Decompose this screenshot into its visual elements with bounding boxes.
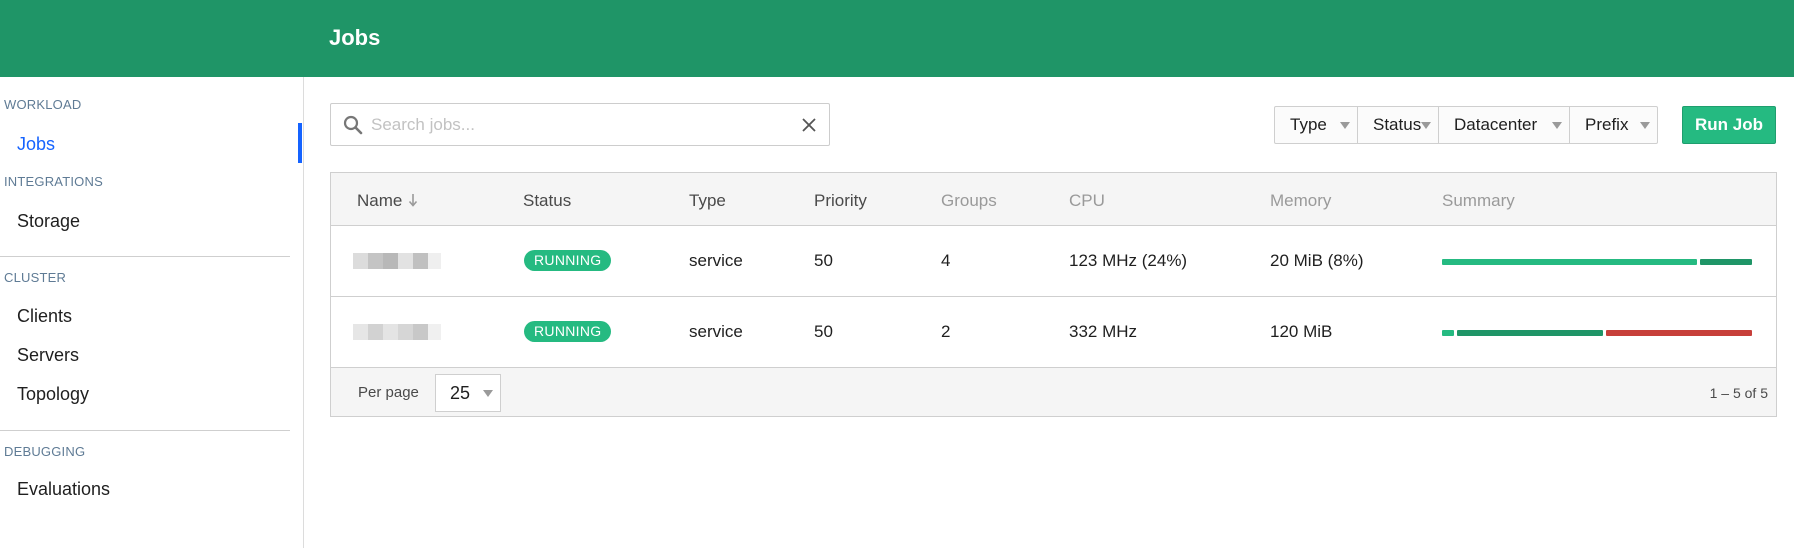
summary-segment-running [1442, 259, 1697, 265]
column-header-memory: Memory [1270, 191, 1332, 210]
column-header-type[interactable]: Type [689, 191, 726, 211]
sidebar-heading-workload: WORKLOAD [4, 97, 82, 112]
chevron-down-icon [1340, 122, 1350, 129]
chevron-down-icon [1552, 122, 1562, 129]
jobs-table: Name Status Type Priority Groups CPU Mem… [330, 172, 1777, 417]
sidebar-divider [0, 256, 290, 257]
filter-datacenter-dropdown[interactable]: Datacenter [1439, 107, 1570, 143]
sidebar-heading-debugging: DEBUGGING [4, 444, 86, 459]
sidebar-heading-cluster: CLUSTER [4, 270, 67, 285]
column-header-status[interactable]: Status [523, 191, 571, 211]
redacted-job-name [353, 253, 441, 269]
job-cpu: 332 MHz [1069, 322, 1138, 341]
column-header-name-label: Name [357, 191, 403, 210]
sidebar-item-clients[interactable]: Clients [17, 306, 72, 327]
job-memory: 20 MiB (8%) [1270, 251, 1364, 270]
chevron-down-icon [483, 390, 493, 397]
table-row[interactable]: RUNNING service 50 4 123 MHz (24%) 20 Mi… [331, 226, 1776, 297]
sidebar-heading-integrations: INTEGRATIONS [4, 174, 103, 189]
sidebar-item-jobs[interactable]: Jobs [17, 134, 55, 155]
search-box [330, 103, 830, 146]
job-type: service [689, 322, 743, 341]
summary-segment-complete [1457, 330, 1603, 336]
per-page-value: 25 [450, 383, 471, 403]
filter-type-label: Type [1290, 115, 1327, 134]
summary-segment-complete [1700, 259, 1752, 265]
filter-datacenter-label: Datacenter [1454, 115, 1538, 134]
sidebar-item-topology[interactable]: Topology [17, 384, 89, 405]
job-type: service [689, 251, 743, 270]
job-priority: 50 [814, 251, 833, 270]
close-icon[interactable] [797, 113, 821, 137]
top-bar: Jobs [0, 0, 1794, 77]
job-cpu: 123 MHz (24%) [1069, 251, 1188, 270]
table-row[interactable]: RUNNING service 50 2 332 MHz 120 MiB [331, 297, 1776, 368]
summary-segment-running [1442, 330, 1454, 336]
sort-arrow-icon [409, 194, 418, 207]
chevron-down-icon [1640, 122, 1650, 129]
search-icon [343, 115, 363, 135]
page-title: Jobs [329, 25, 381, 50]
sidebar-item-evaluations[interactable]: Evaluations [17, 479, 110, 500]
sidebar-item-servers[interactable]: Servers [17, 345, 79, 366]
pagination-info: 1 – 5 of 5 [1709, 385, 1768, 401]
column-header-groups: Groups [941, 191, 997, 210]
job-memory: 120 MiB [1270, 322, 1333, 341]
column-header-cpu: CPU [1069, 191, 1105, 210]
job-groups: 4 [941, 251, 951, 270]
job-groups: 2 [941, 322, 951, 341]
status-badge: RUNNING [524, 321, 612, 342]
sidebar-item-storage[interactable]: Storage [17, 211, 80, 232]
summary-segment-failed [1606, 330, 1752, 336]
chevron-down-icon [1421, 122, 1431, 129]
filter-type-dropdown[interactable]: Type [1275, 107, 1358, 143]
column-header-summary: Summary [1442, 191, 1515, 210]
filter-status-dropdown[interactable]: Status [1358, 107, 1439, 143]
sidebar-active-indicator [298, 123, 302, 163]
run-job-button[interactable]: Run Job [1682, 106, 1776, 144]
sidebar-divider [0, 430, 290, 431]
redacted-job-name [353, 324, 441, 340]
table-footer: Per page 25 1 – 5 of 5 [331, 368, 1776, 416]
allocation-summary-bar [1442, 259, 1752, 265]
table-header: Name Status Type Priority Groups CPU Mem… [331, 173, 1776, 226]
per-page-select[interactable]: 25 [435, 374, 501, 412]
column-header-priority[interactable]: Priority [814, 191, 867, 211]
search-input[interactable] [371, 110, 771, 140]
sidebar: WORKLOAD Jobs INTEGRATIONS Storage CLUST… [0, 77, 304, 548]
filter-status-label: Status [1373, 115, 1422, 134]
column-header-name[interactable]: Name [357, 191, 418, 211]
filter-bar: Type Status Datacenter Prefix [1274, 106, 1658, 144]
job-priority: 50 [814, 322, 833, 341]
filter-prefix-label: Prefix [1585, 115, 1629, 134]
filter-prefix-dropdown[interactable]: Prefix [1570, 107, 1657, 143]
status-badge: RUNNING [524, 250, 612, 271]
per-page-label: Per page [358, 384, 419, 401]
allocation-summary-bar [1442, 330, 1752, 336]
